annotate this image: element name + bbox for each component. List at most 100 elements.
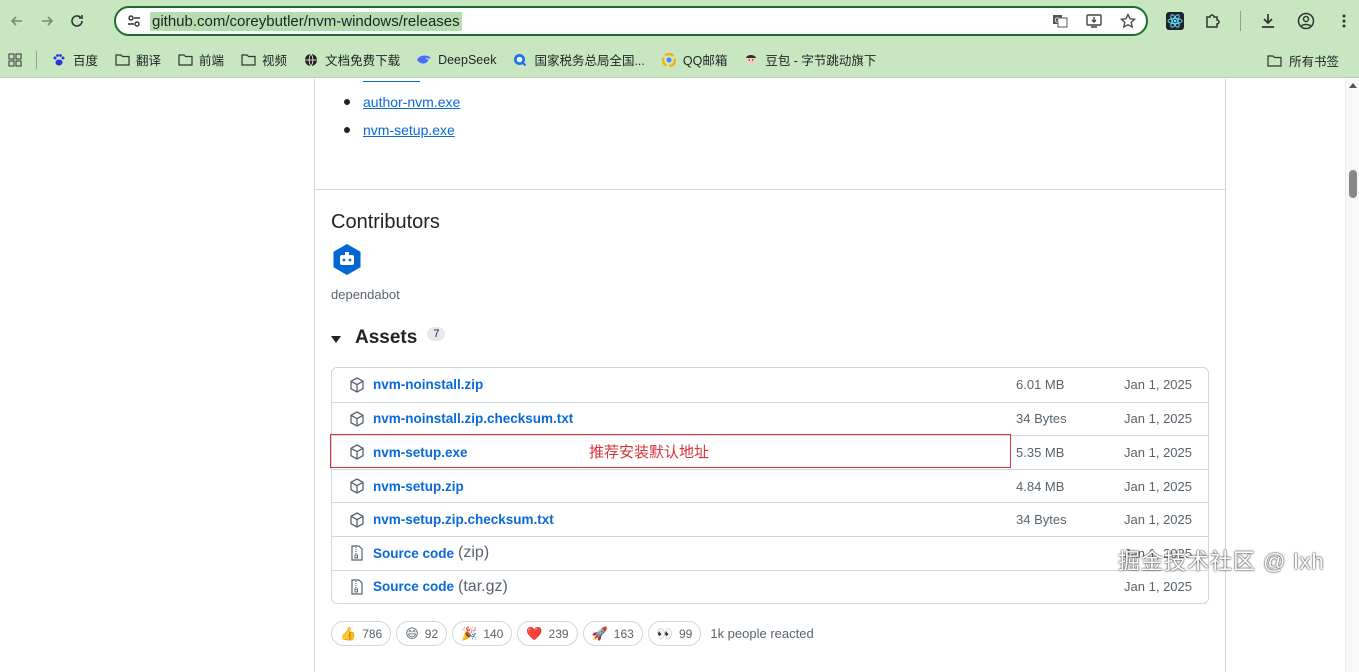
asset-row: Source code (tar.gz) Jan 1, 2025: [332, 569, 1208, 604]
asset-row: nvm-setup.exe 5.35 MB Jan 1, 2025: [332, 435, 1208, 469]
asset-suffix[interactable]: (tar.gz): [458, 578, 508, 596]
page-viewport: author-nvm.exe nvm-setup.exe Contributor…: [0, 79, 1345, 672]
puzzle-icon[interactable]: [1198, 6, 1228, 36]
bookmarks-bar: 百度 翻译 前端 视频 文档免费下载 DeepSeek 国家税务总局全国... …: [0, 42, 1359, 78]
translate-icon[interactable]: G: [1050, 11, 1070, 31]
asset-size: 34 Bytes: [1016, 512, 1067, 528]
doubao-icon: [743, 52, 759, 68]
svg-text:G: G: [1055, 18, 1060, 25]
asset-date: Jan 1, 2025: [1124, 444, 1192, 460]
reaction-button[interactable]: 👀 99: [647, 621, 702, 646]
asset-link[interactable]: nvm-setup.zip: [373, 479, 464, 494]
bookmark-label: DeepSeek: [438, 52, 497, 67]
package-icon: [349, 411, 365, 427]
contributor-name[interactable]: dependabot: [331, 287, 400, 302]
bookmark-label: 所有书签: [1288, 54, 1339, 69]
asset-row: nvm-setup.zip.checksum.txt 34 Bytes Jan 1,…: [332, 502, 1208, 536]
asset-row: nvm-setup.zip 4.84 MB Jan 1, 2025: [332, 468, 1208, 503]
annotation-text: 推荐安装默认地址: [589, 444, 710, 461]
reaction-button[interactable]: ❤️ 239: [517, 621, 578, 646]
asset-link[interactable]: nvm-noinstall.zip.checksum.txt: [373, 411, 573, 426]
reaction-button[interactable]: 🎉 140: [452, 621, 513, 646]
asset-row: Source code (zip) Jan 1, 2025: [332, 535, 1208, 570]
asset-link[interactable]: Source code: [373, 579, 454, 594]
assets-list: nvm-noinstall.zip 6.01 MB Jan 1, 2025 nvm-n…: [331, 367, 1209, 605]
bookmark-doc-download[interactable]: 文档免费下载: [295, 46, 408, 74]
file-zip-icon: [349, 545, 365, 561]
profile-icon[interactable]: [1291, 6, 1321, 36]
assets-toggle[interactable]: Assets 7: [331, 327, 446, 349]
address-bar[interactable]: github.com/coreybutler/nvm-windows/relea…: [114, 6, 1148, 36]
tune-icon[interactable]: [120, 10, 148, 32]
bookmark-folder-translate[interactable]: 翻译: [106, 46, 169, 74]
list-item: nvm-setup.exe: [344, 119, 460, 147]
reaction-count: 163: [613, 626, 634, 641]
reaction-count: 99: [678, 626, 693, 641]
bookmark-label: 视频: [262, 54, 288, 68]
qq-mail-icon: [661, 52, 677, 68]
react-icon[interactable]: [1160, 6, 1190, 36]
folder-icon: [114, 52, 130, 68]
bookmark-baidu[interactable]: 百度: [43, 46, 106, 74]
asset-link[interactable]: nvm-setup.exe: [373, 445, 468, 460]
package-icon: [349, 377, 365, 393]
search-q-icon: [512, 52, 528, 68]
asset-row: nvm-noinstall.zip.checksum.txt 34 Bytes Ja…: [332, 401, 1208, 436]
author-nvm-link[interactable]: author-nvm.exe: [363, 94, 460, 110]
reaction-button[interactable]: 🚀 163: [582, 621, 643, 646]
people-reacted-text: 1k people reacted: [710, 626, 814, 641]
rocket-icon: 🚀: [591, 625, 608, 641]
asset-row: nvm-noinstall.zip 6.01 MB Jan 1, 2025: [332, 368, 1208, 402]
eyes-icon: 👀: [656, 625, 673, 641]
vertical-scrollbar[interactable]: [1345, 79, 1359, 672]
bookmark-tax[interactable]: 国家税务总局全国...: [504, 46, 652, 74]
scroll-up-arrow-icon[interactable]: [1349, 83, 1357, 88]
reaction-count: 92: [424, 626, 439, 641]
all-bookmarks-folder[interactable]: 所有书签: [1259, 46, 1347, 74]
download-icon[interactable]: [1253, 6, 1283, 36]
bookmark-doubao[interactable]: 豆包 - 字节跳动旗下: [735, 46, 884, 74]
asset-date: Jan 1, 2025: [1124, 377, 1192, 393]
asset-link[interactable]: nvm-setup.zip.checksum.txt: [373, 512, 554, 527]
install-app-icon[interactable]: [1084, 11, 1104, 31]
dependabot-avatar[interactable]: [331, 243, 363, 275]
url-text[interactable]: github.com/coreybutler/nvm-windows/relea…: [150, 11, 462, 31]
asset-date: Jan 1, 2025: [1124, 411, 1192, 427]
partially-visible-link[interactable]: [363, 79, 420, 82]
list-item: author-nvm.exe: [344, 91, 460, 119]
nvm-setup-link[interactable]: nvm-setup.exe: [363, 122, 455, 138]
asset-size: 6.01 MB: [1016, 377, 1065, 393]
apps-grid-icon[interactable]: [0, 46, 30, 74]
bookmark-label: 国家税务总局全国...: [534, 54, 645, 68]
reaction-button[interactable]: 😄 92: [396, 621, 448, 646]
asset-link[interactable]: nvm-noinstall.zip: [373, 377, 483, 392]
scrollbar-thumb[interactable]: [1349, 170, 1357, 198]
asset-date: Jan 1, 2025: [1124, 512, 1192, 528]
asset-date: Jan 1, 2025: [1124, 478, 1192, 494]
bookmark-deepseek[interactable]: DeepSeek: [408, 46, 504, 74]
bookmark-folder-video[interactable]: 视频: [232, 46, 295, 74]
reaction-button[interactable]: 👍 786: [331, 621, 392, 646]
bookmark-label: 豆包 - 字节跳动旗下: [765, 54, 877, 68]
star-icon[interactable]: [1118, 11, 1138, 31]
package-icon: [349, 478, 365, 494]
folder-icon: [177, 52, 193, 68]
kebab-menu-icon[interactable]: [1329, 6, 1359, 36]
asset-date: Jan 1, 2025: [1124, 579, 1192, 595]
asset-link[interactable]: Source code: [373, 546, 454, 561]
asset-suffix[interactable]: (zip): [458, 544, 489, 562]
arrow-left-icon[interactable]: [2, 6, 32, 36]
folder-icon: [240, 52, 256, 68]
bookmark-qq-mail[interactable]: QQ邮箱: [653, 46, 735, 74]
folder-icon: [1267, 52, 1283, 68]
browser-toolbar: github.com/coreybutler/nvm-windows/relea…: [0, 0, 1359, 42]
paw-icon: [51, 52, 67, 68]
arrow-right-icon[interactable]: [32, 6, 62, 36]
reload-icon[interactable]: [62, 6, 92, 36]
bookmark-label: QQ邮箱: [682, 54, 728, 68]
reactions-bar: 👍 786 😄 92 🎉 140 ❤️ 239 🚀 163 👀 99 1k people reacted: [331, 621, 814, 646]
bookmark-label: 翻译: [136, 54, 162, 68]
file-zip-icon: [349, 579, 365, 595]
bookmark-folder-frontend[interactable]: 前端: [169, 46, 232, 74]
globe-icon: [303, 52, 319, 68]
